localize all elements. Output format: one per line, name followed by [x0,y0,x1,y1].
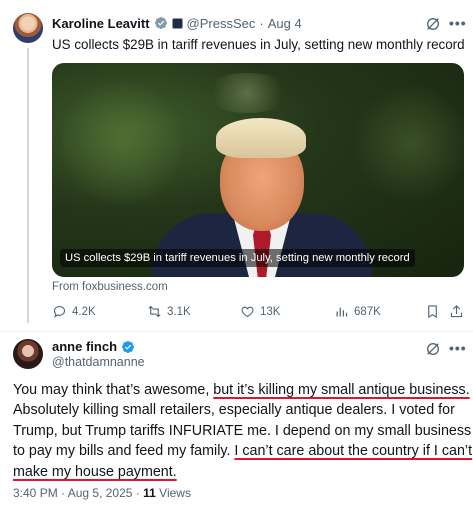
post-text: US collects $29B in tariff revenues in J… [52,37,465,52]
avatar[interactable] [13,339,43,369]
post-text-line: make my house payment. [13,462,468,482]
views-button[interactable]: 687K [334,304,381,319]
like-count: 13K [260,305,281,318]
share-icon[interactable] [449,304,464,319]
meta-separator: · [259,15,264,31]
like-button[interactable]: 13K [240,304,280,319]
reply-icon [53,305,66,318]
grok-icon[interactable] [425,16,441,32]
repost-count: 3.1K [167,305,191,318]
post-meta: 3:40 PM · Aug 5, 2025 · 11 Views [13,486,191,500]
government-badge-icon [171,17,183,29]
highlighted-text: I can’t care about the country if I can’… [234,443,473,460]
link-card-image[interactable]: US collects $29B in tariff revenues in J… [52,63,464,277]
thread-line [27,48,29,323]
post-text-line: Trump, but Trump tariffs INFURIATE me. I… [13,422,472,439]
views-icon [336,307,348,317]
views-count: 687K [354,305,381,318]
more-icon[interactable]: ••• [449,341,467,359]
post-header: anne finch [52,339,135,354]
repost-button[interactable]: 3.1K [147,304,191,319]
highlighted-text: make my house payment. [13,463,177,480]
more-icon[interactable]: ••• [449,16,467,34]
post-text-line: You may think that’s awesome, but it’s k… [13,382,470,398]
author-name[interactable]: anne finch [52,339,117,354]
link-card-caption: US collects $29B in tariff revenues in J… [60,249,415,267]
post-text-line: Absolutely killing small retailers, espe… [13,402,455,419]
post-time[interactable]: 3:40 PM [13,486,58,500]
reply-button[interactable]: 4.2K [52,304,96,319]
reply-count: 4.2K [72,305,96,318]
post-divider [0,331,473,332]
post-date[interactable]: Aug 5, 2025 [68,486,133,500]
post-header: Karoline Leavitt @PressSec · Aug 4 [52,14,302,32]
post-karoline-leavitt[interactable]: Karoline Leavitt @PressSec · Aug 4 ••• U… [0,0,473,330]
views-count: 11 [143,486,156,500]
avatar[interactable] [13,13,43,43]
repost-icon [148,305,161,318]
post-text-line: to pay my bills and feed my family. I ca… [13,443,473,460]
verified-badge-icon [122,340,134,353]
action-bar: 4.2K 3.1K 13K 687K [52,304,464,322]
bookmark-icon[interactable] [425,304,440,319]
post-date[interactable]: Aug 4 [268,16,302,31]
author-handle[interactable]: @thatdamnanne [52,355,145,369]
author-name[interactable]: Karoline Leavitt [52,16,150,31]
grok-icon[interactable] [425,341,441,357]
author-handle[interactable]: @PressSec [187,16,256,31]
like-icon [241,306,254,318]
views-label: Views [159,486,191,500]
verified-badge-icon [154,17,167,29]
post-text: You may think that’s awesome, but it’s k… [13,380,473,482]
link-source[interactable]: From foxbusiness.com [52,281,168,293]
highlighted-text: but it’s killing my small antique busine… [213,382,470,398]
